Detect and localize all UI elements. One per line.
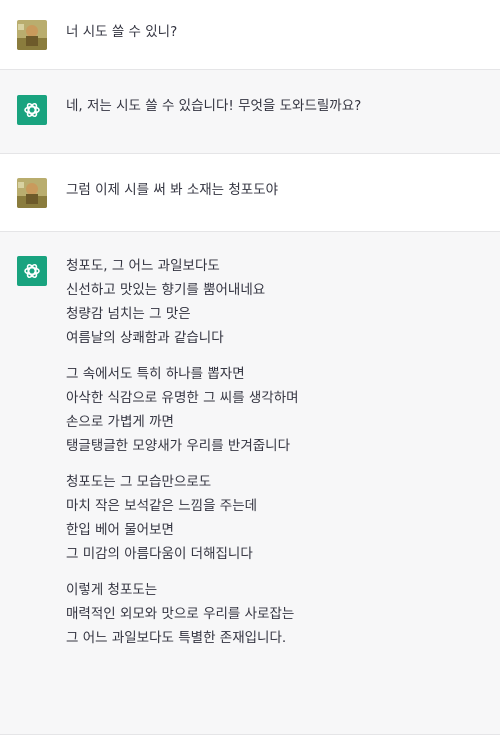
poem-stanza: 청포도, 그 어느 과일보다도 신선하고 맛있는 향기를 뿜어내네요 청량감 넘… <box>66 254 480 350</box>
user-avatar <box>17 20 47 50</box>
poem-line: 그 미감의 아름다움이 더해집니다 <box>66 546 253 562</box>
user-message: 너 시도 쓸 수 있니? <box>0 0 500 70</box>
assistant-message: 네, 저는 시도 쓸 수 있습니다! 무엇을 도와드릴까요? <box>0 70 500 154</box>
poem: 청포도, 그 어느 과일보다도 신선하고 맛있는 향기를 뿜어내네요 청량감 넘… <box>66 254 480 662</box>
chat-thread: 너 시도 쓸 수 있니? 네, 저는 시도 쓸 수 있습니다! 무엇을 도와드릴… <box>0 0 500 735</box>
poem-line: 이렇게 청포도는 <box>66 582 158 598</box>
poem-stanza: 이렇게 청포도는 매력적인 외모와 맛으로 우리를 사로잡는 그 어느 과일보다… <box>66 578 480 650</box>
poem-line: 여름날의 상쾌함과 같습니다 <box>66 330 224 346</box>
poem-line: 그 속에서도 특히 하나를 뽑자면 <box>66 366 245 382</box>
poem-line: 신선하고 맛있는 향기를 뿜어내네요 <box>66 282 266 298</box>
poem-line: 손으로 가볍게 까면 <box>66 414 174 430</box>
poem-line: 청포도는 그 모습만으로도 <box>66 474 212 490</box>
poem-line: 그 어느 과일보다도 특별한 존재입니다. <box>66 630 287 646</box>
poem-line: 아삭한 식감으로 유명한 그 씨를 생각하며 <box>66 390 299 406</box>
chatgpt-logo-icon <box>17 256 47 286</box>
user-message: 그럼 이제 시를 써 봐 소재는 청포도야 <box>0 154 500 232</box>
chatgpt-logo-icon <box>17 95 47 125</box>
poem-stanza: 청포도는 그 모습만으로도 마치 작은 보석같은 느낌을 주는데 한입 베어 물… <box>66 470 480 566</box>
poem-line: 청량감 넘치는 그 맛은 <box>66 306 191 322</box>
poem-line: 매력적인 외모와 맛으로 우리를 사로잡는 <box>66 606 295 622</box>
user-avatar <box>17 178 47 208</box>
assistant-message: 청포도, 그 어느 과일보다도 신선하고 맛있는 향기를 뿜어내네요 청량감 넘… <box>0 232 500 735</box>
poem-line: 마치 작은 보석같은 느낌을 주는데 <box>66 498 258 514</box>
message-text: 그럼 이제 시를 써 봐 소재는 청포도야 <box>66 182 279 198</box>
poem-line: 청포도, 그 어느 과일보다도 <box>66 258 220 274</box>
message-text: 너 시도 쓸 수 있니? <box>66 24 178 40</box>
poem-line: 한입 베어 물어보면 <box>66 522 174 538</box>
message-text: 네, 저는 시도 쓸 수 있습니다! 무엇을 도와드릴까요? <box>66 98 362 114</box>
poem-line: 탱글탱글한 모양새가 우리를 반겨줍니다 <box>66 438 291 454</box>
poem-stanza: 그 속에서도 특히 하나를 뽑자면 아삭한 식감으로 유명한 그 씨를 생각하며… <box>66 362 480 458</box>
